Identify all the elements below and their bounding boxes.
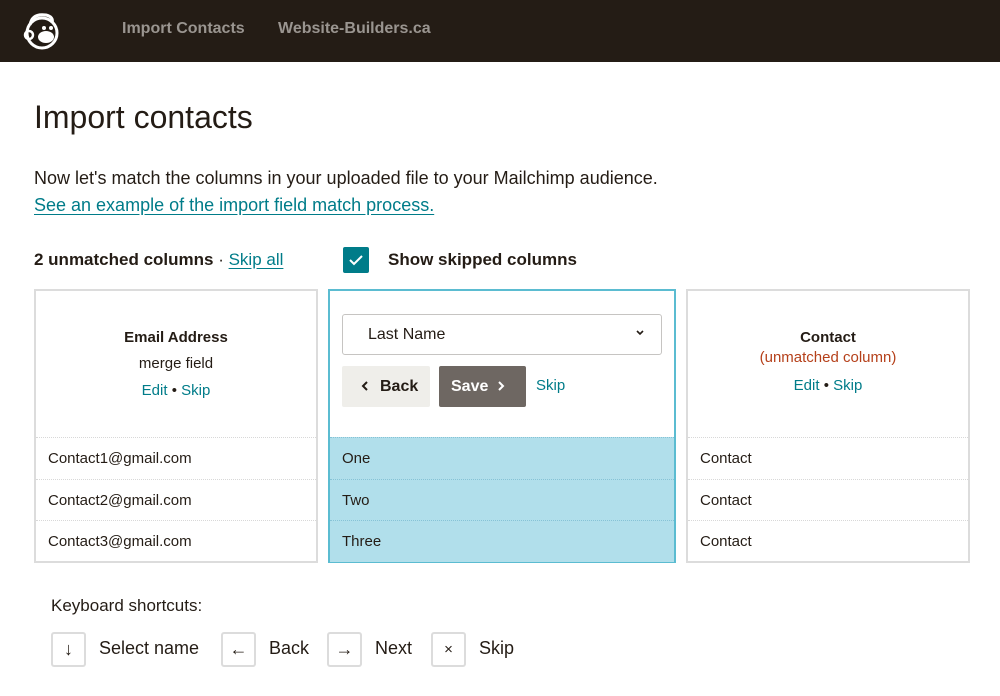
table-row: Contact2@gmail.com <box>36 478 316 521</box>
unmatched-summary: 2 unmatched columns · Skip all <box>34 250 283 270</box>
chevron-left-icon <box>361 381 368 391</box>
nav-website-builders[interactable]: Website-Builders.ca <box>278 20 431 38</box>
column-subtitle: merge field <box>138 355 214 372</box>
show-skipped-label[interactable]: Show skipped columns <box>388 250 577 270</box>
skip-link[interactable]: Skip <box>536 377 565 394</box>
edit-link[interactable]: Edit <box>794 377 820 394</box>
table-row: Contact3@gmail.com <box>36 520 316 562</box>
checkmark-icon <box>349 255 363 266</box>
intro-text: Now let's match the columns in your uplo… <box>34 168 658 188</box>
table-row: Contact1@gmail.com <box>36 437 316 479</box>
table-row: Contact <box>688 437 968 479</box>
separator: · <box>213 250 229 269</box>
column-card-email: Email Address merge field Edit • Skip Co… <box>34 289 318 563</box>
nav-import-contacts[interactable]: Import Contacts <box>122 20 245 38</box>
column-rows: Contact Contact Contact <box>688 437 968 562</box>
example-link[interactable]: See an example of the import field match… <box>34 195 434 216</box>
unmatched-count: 2 unmatched columns <box>34 250 214 269</box>
back-button[interactable]: Back <box>342 366 430 407</box>
column-actions: Edit • Skip <box>36 382 316 399</box>
table-row: Three <box>330 520 674 562</box>
key-right-arrow-icon: → <box>327 632 362 667</box>
column-title: Email Address <box>124 329 228 346</box>
table-row: One <box>330 437 674 479</box>
select-value: Last Name <box>368 326 446 343</box>
chevron-down-icon <box>636 330 644 336</box>
skip-link[interactable]: Skip <box>181 382 210 399</box>
column-header: Last Name Back Save Skip <box>330 291 674 437</box>
shortcuts-title: Keyboard shortcuts: <box>51 596 203 615</box>
edit-link[interactable]: Edit <box>142 382 168 399</box>
column-card-contact: Contact (unmatched column) Edit • Skip C… <box>686 289 970 563</box>
bullet: • <box>819 377 834 394</box>
field-select-dropdown[interactable]: Last Name <box>342 314 662 355</box>
key-left-arrow-icon: ← <box>221 632 256 667</box>
table-row: Contact <box>688 520 968 562</box>
column-rows: Contact1@gmail.com Contact2@gmail.com Co… <box>36 437 316 562</box>
save-label: Save <box>451 378 489 395</box>
shortcut-label: Select name <box>99 638 200 658</box>
show-skipped-checkbox[interactable] <box>343 247 369 273</box>
unmatched-status: (unmatched column) <box>759 349 897 366</box>
key-down-arrow-icon: ↓ <box>51 632 86 667</box>
column-header: Email Address merge field Edit • Skip <box>36 291 316 437</box>
column-actions: Edit • Skip <box>688 377 968 394</box>
column-title: Contact <box>800 329 856 346</box>
key-x-icon: × <box>431 632 466 667</box>
page-title: Import contacts <box>34 99 253 135</box>
skip-link[interactable]: Skip <box>833 377 862 394</box>
skip-all-link[interactable]: Skip all <box>229 250 284 269</box>
bullet: • <box>167 382 182 399</box>
column-header: Contact (unmatched column) Edit • Skip <box>688 291 968 437</box>
shortcut-label: Back <box>269 638 310 658</box>
column-card-active: Last Name Back Save Skip One Two Three <box>328 289 676 563</box>
table-row: Contact <box>688 478 968 521</box>
save-button[interactable]: Save <box>439 366 526 407</box>
table-row: Two <box>330 478 674 521</box>
shortcut-label: Skip <box>479 638 515 658</box>
column-rows: One Two Three <box>330 437 674 562</box>
back-label: Back <box>380 378 419 395</box>
top-nav-bar: Import Contacts Website-Builders.ca <box>0 0 1000 62</box>
chevron-right-icon <box>498 381 505 391</box>
shortcut-label: Next <box>375 638 413 658</box>
mailchimp-logo-icon[interactable] <box>20 9 64 53</box>
